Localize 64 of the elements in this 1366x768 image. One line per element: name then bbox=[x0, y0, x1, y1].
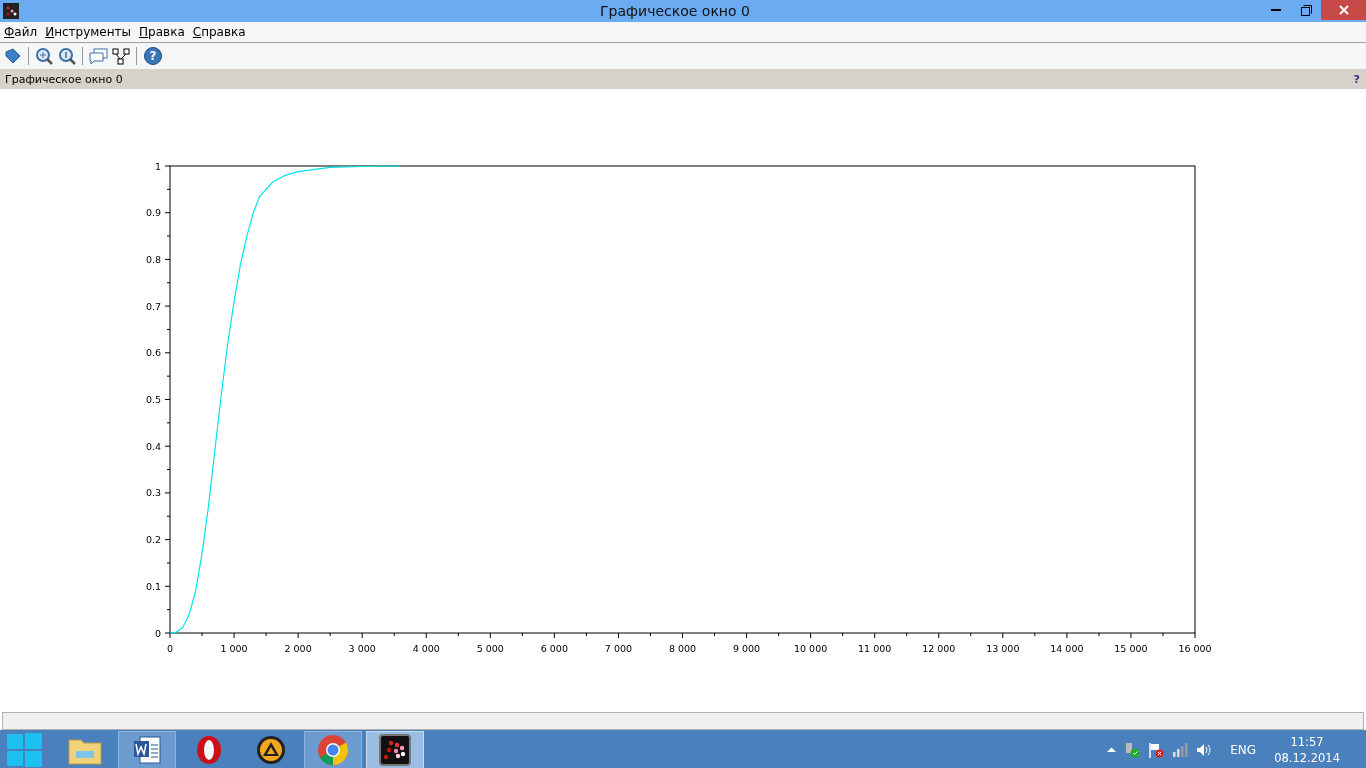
x-tick-label: 14 000 bbox=[1050, 643, 1084, 654]
taskbar-button[interactable] bbox=[366, 731, 424, 768]
chevron-up-icon[interactable] bbox=[1107, 747, 1117, 753]
toolbar-button[interactable] bbox=[57, 46, 77, 66]
y-tick-label: 0.6 bbox=[145, 347, 161, 359]
x-tick-label: 12 000 bbox=[922, 643, 956, 654]
rotate-icon bbox=[4, 47, 22, 65]
y-tick-label: 0.3 bbox=[145, 487, 161, 499]
zoom-reset-icon bbox=[58, 47, 76, 65]
x-tick-label: 11 000 bbox=[858, 643, 892, 654]
flag-icon[interactable] bbox=[1148, 742, 1165, 758]
restore-icon bbox=[1300, 4, 1312, 16]
panel-title: Графическое окно 0 bbox=[5, 72, 123, 86]
language-indicator[interactable]: ENG bbox=[1230, 743, 1257, 757]
window-title: Графическое окно 0 bbox=[599, 2, 751, 21]
x-tick-label: 16 000 bbox=[1178, 643, 1212, 654]
y-tick-label: 0.7 bbox=[145, 300, 161, 312]
speaker-icon[interactable] bbox=[1196, 743, 1213, 757]
x-tick-label: 15 000 bbox=[1114, 643, 1148, 654]
y-tick-label: 0.1 bbox=[145, 580, 161, 592]
menu-item[interactable]: Файл bbox=[4, 25, 38, 39]
signal-bars-icon[interactable] bbox=[1172, 743, 1189, 757]
zoom-in-icon bbox=[35, 47, 53, 65]
y-tick-label: 0.9 bbox=[145, 207, 161, 219]
document-icon bbox=[132, 735, 162, 765]
y-tick-label: 1 bbox=[154, 160, 161, 172]
x-tick-label: 6 000 bbox=[540, 643, 568, 654]
menu-item[interactable]: Инструменты bbox=[45, 25, 132, 39]
menu-item[interactable]: Правка bbox=[139, 25, 185, 39]
y-tick-label: 0.2 bbox=[145, 534, 161, 546]
y-tick-label: 0.8 bbox=[145, 253, 161, 265]
close-button[interactable] bbox=[1321, 0, 1366, 20]
ring-icon bbox=[195, 734, 223, 766]
x-tick-label: 4 000 bbox=[412, 643, 440, 654]
x-tick-label: 2 000 bbox=[284, 643, 312, 654]
help-button[interactable]: ? bbox=[1353, 72, 1360, 86]
clock-time[interactable]: 11:57 bbox=[1290, 734, 1324, 750]
taskbar-button[interactable] bbox=[118, 731, 176, 768]
x-tick-label: 13 000 bbox=[986, 643, 1020, 654]
chrome-icon bbox=[317, 734, 349, 766]
minimize-icon bbox=[1271, 8, 1281, 12]
speech-bubbles-icon bbox=[88, 48, 108, 64]
x-tick-label: 8 000 bbox=[668, 643, 697, 654]
clock-date[interactable]: 08.12.2014 bbox=[1274, 750, 1340, 766]
x-tick-label: 1 000 bbox=[220, 643, 248, 654]
app-icon bbox=[3, 3, 19, 19]
x-tick-label: 10 000 bbox=[794, 643, 828, 654]
y-tick-label: 0 bbox=[154, 627, 161, 639]
toolbar-button[interactable] bbox=[111, 46, 131, 66]
toolbar-button[interactable] bbox=[3, 46, 23, 66]
toolbar-button[interactable] bbox=[34, 46, 54, 66]
windows-logo-icon bbox=[5, 731, 43, 768]
x-tick-label: 3 000 bbox=[348, 643, 376, 654]
x-tick-label: 9 000 bbox=[732, 643, 761, 654]
y-tick-label: 0.5 bbox=[145, 394, 161, 405]
x-tick-label: 7 000 bbox=[604, 643, 633, 654]
y-tick-label: 0.4 bbox=[145, 440, 161, 452]
close-icon bbox=[1338, 5, 1349, 15]
menu-item[interactable]: Справка bbox=[192, 25, 246, 39]
help-button[interactable]: ? bbox=[144, 47, 162, 65]
dots-icon bbox=[379, 734, 411, 766]
x-tick-label: 0 bbox=[167, 643, 173, 654]
nodes-icon bbox=[112, 47, 130, 65]
x-tick-label: 5 000 bbox=[476, 643, 504, 654]
